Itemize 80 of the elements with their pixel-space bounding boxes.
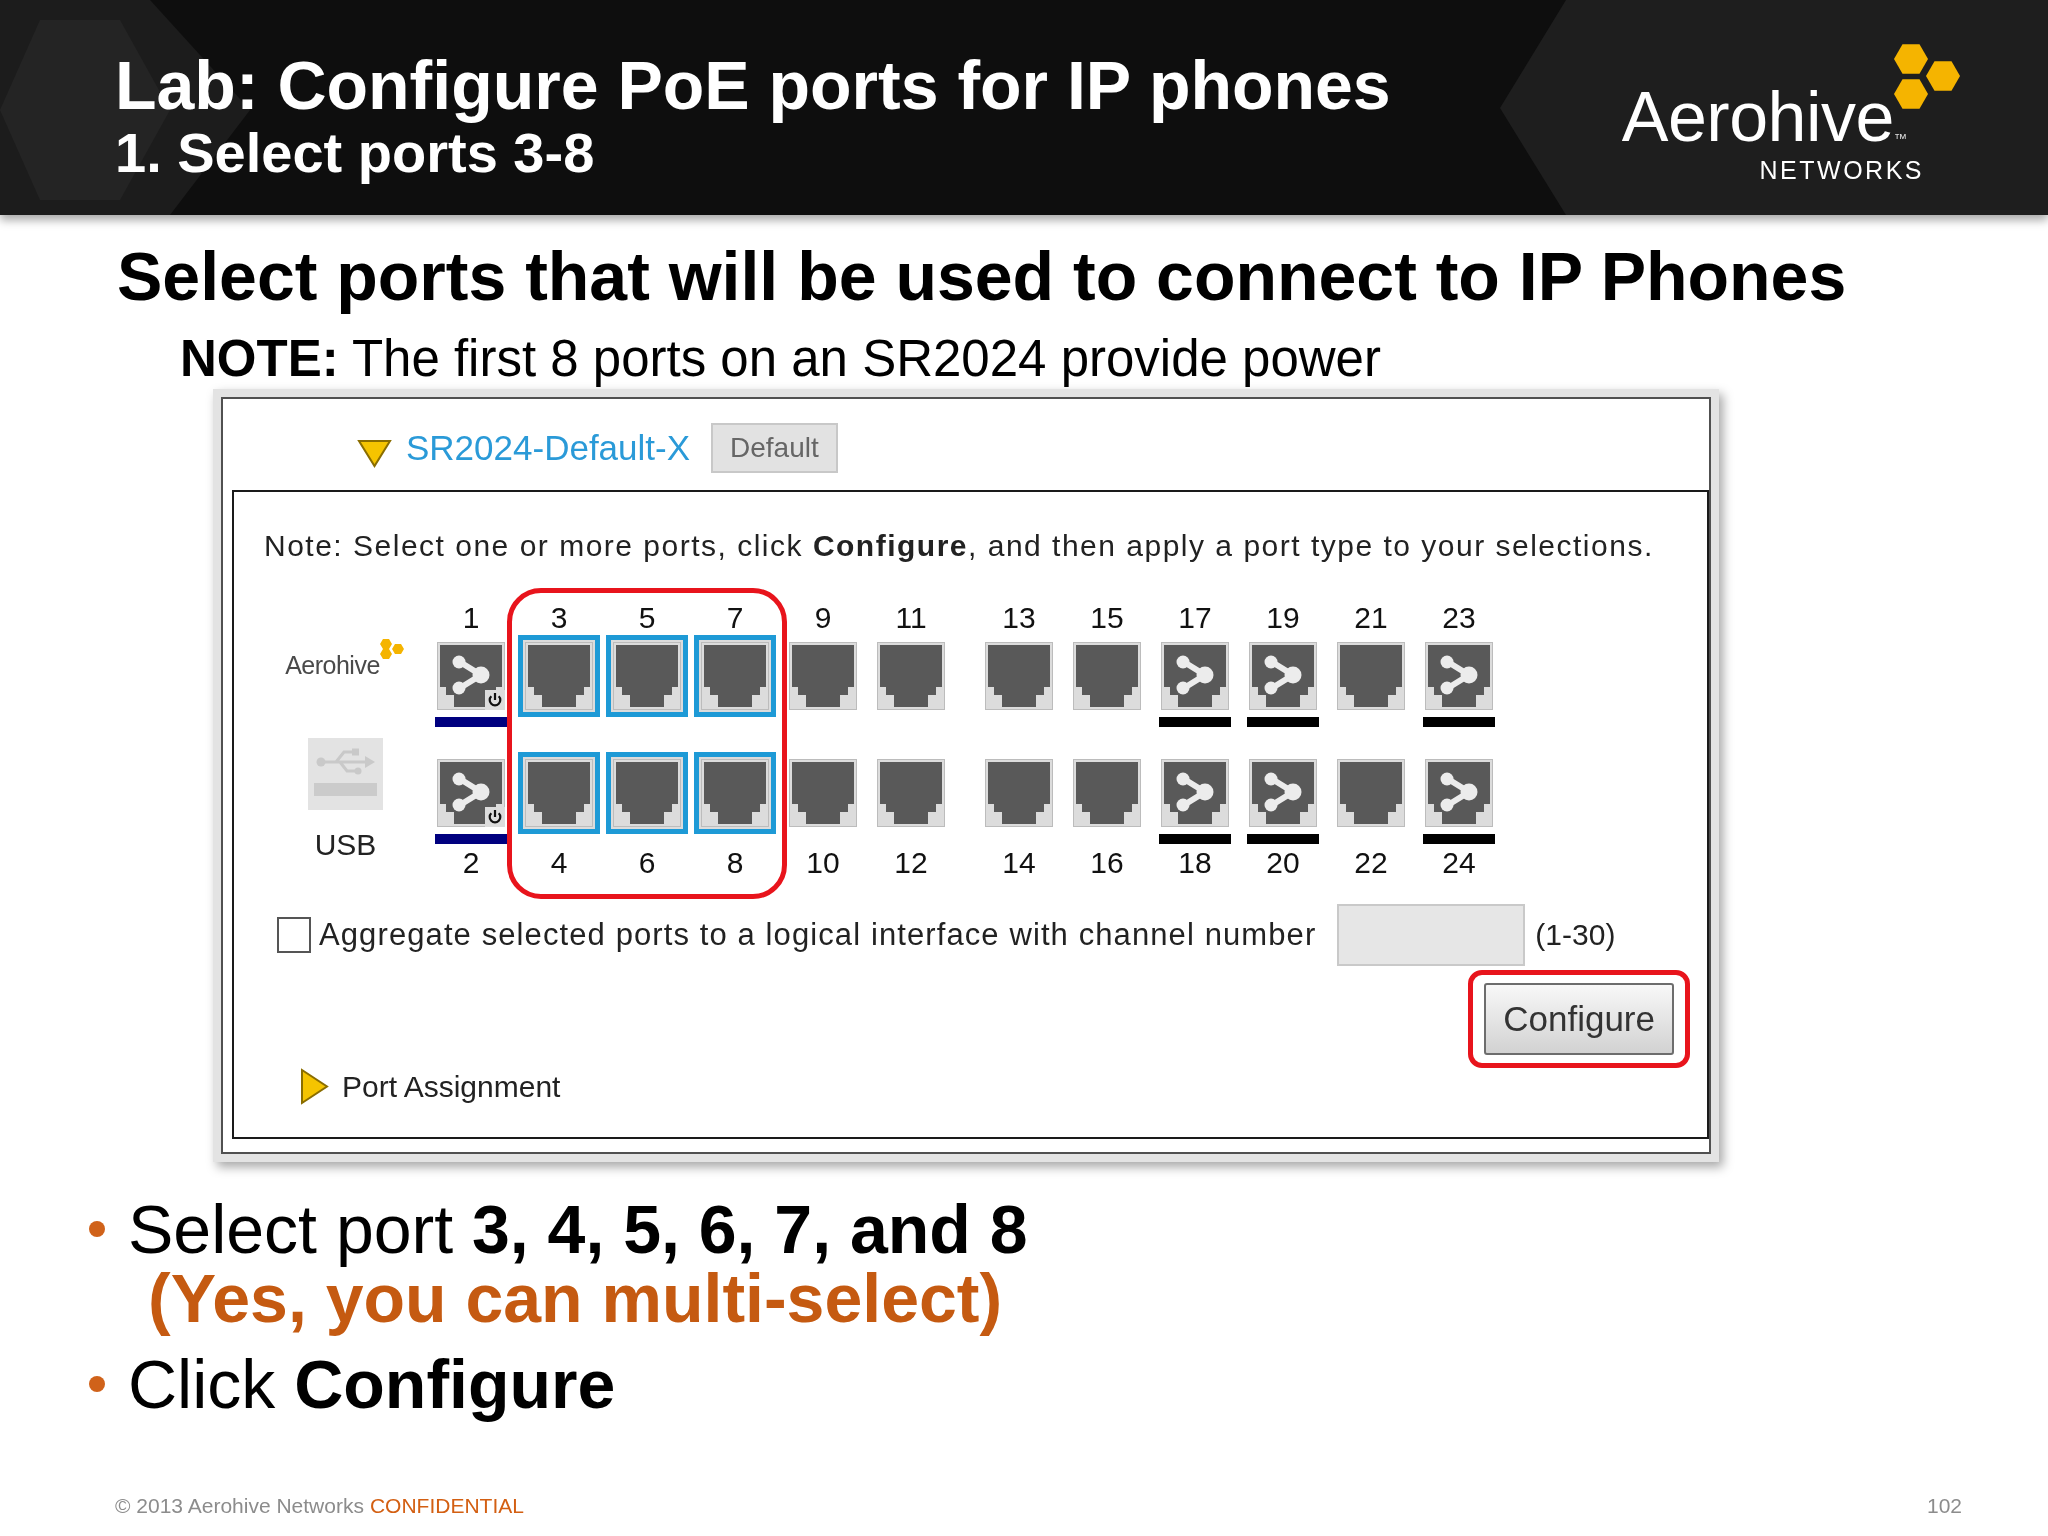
ethernet-port-icon	[789, 759, 857, 827]
channel-number-field[interactable]	[1337, 904, 1526, 966]
port-assignment-link[interactable]: Port Assignment	[342, 1068, 561, 1105]
configure-button[interactable]: Configure	[1484, 983, 1674, 1055]
port-toggle[interactable]	[694, 752, 776, 834]
port-toggle[interactable]	[694, 635, 776, 717]
port-number: 15	[1090, 600, 1124, 635]
ethernet-port-icon	[877, 759, 945, 827]
port-number: 23	[1442, 600, 1476, 635]
logo-tagline: NETWORKS	[1759, 156, 1924, 184]
ethernet-port-icon	[985, 759, 1053, 827]
confidential-label: CONFIDENTIAL	[369, 1494, 524, 1518]
port-number: 1	[462, 600, 480, 635]
port-number: 22	[1354, 845, 1388, 880]
ethernet-port-icon	[525, 759, 593, 827]
hexagon-logo-icon	[379, 638, 406, 660]
ethernet-port-icon	[1337, 759, 1405, 827]
port-number: 21	[1354, 600, 1388, 635]
ethernet-port-icon	[789, 642, 857, 710]
port-number: 4	[550, 845, 568, 880]
instruction-text: Note: Select one or more ports, click Configure, and then apply a port type to your selections.	[264, 528, 1655, 564]
usb-label: USB	[314, 828, 377, 862]
ethernet-port-icon	[1073, 759, 1141, 827]
port-number: 6	[638, 845, 656, 880]
port-number: 10	[806, 845, 840, 880]
ethernet-port-icon	[701, 642, 769, 710]
logo-wordmark: Aerohive	[1621, 82, 1894, 152]
port-number: 14	[1002, 845, 1036, 880]
ethernet-port-icon	[1337, 642, 1405, 710]
expand-triangle-icon[interactable]	[300, 1068, 329, 1105]
ethernet-port-icon	[1425, 642, 1493, 710]
ethernet-port-icon	[437, 759, 505, 827]
port-number: 16	[1090, 845, 1124, 880]
port-toggle[interactable]	[518, 635, 600, 717]
expand-triangle-icon[interactable]	[357, 437, 392, 468]
note-text: NOTE: The first 8 ports on an SR2024 provide power	[180, 330, 1382, 388]
port-number: 17	[1178, 600, 1212, 635]
ethernet-port-icon	[1161, 642, 1229, 710]
port-toggle[interactable]	[518, 752, 600, 834]
ethernet-port-icon	[613, 642, 681, 710]
aggregate-label: Aggregate selected ports to a logical interface with channel number	[319, 917, 1317, 953]
port-number: 7	[726, 600, 744, 635]
ethernet-port-icon	[1249, 759, 1317, 827]
port-number: 9	[814, 600, 832, 635]
ethernet-port-icon	[525, 642, 593, 710]
port-number: 18	[1178, 845, 1212, 880]
port-number: 12	[894, 845, 928, 880]
ethernet-port-icon	[437, 642, 505, 710]
port-number: 24	[1442, 845, 1476, 880]
usb-icon	[308, 738, 383, 810]
ethernet-port-icon	[1161, 759, 1229, 827]
hexagon-logo-icon	[1894, 42, 1962, 112]
template-badge: Default	[711, 422, 838, 473]
port-number: 5	[638, 600, 656, 635]
aggregate-checkbox[interactable]	[277, 917, 311, 953]
ethernet-port-icon	[985, 642, 1053, 710]
port-number: 13	[1002, 600, 1036, 635]
trademark-mark: ™	[1894, 132, 1907, 146]
slide-title: Lab: Configure PoE ports for IP phones	[115, 49, 1391, 121]
copyright-text: © 2013 Aerohive Networks	[115, 1494, 364, 1518]
ethernet-port-icon	[1249, 642, 1317, 710]
ethernet-port-icon	[613, 759, 681, 827]
slide-heading: Select ports that will be used to connect to IP Phones	[117, 237, 1848, 316]
port-number: 11	[895, 600, 927, 635]
range-hint: (1-30)	[1535, 917, 1616, 953]
switch-logo-text: Aerohive	[285, 651, 380, 679]
port-number: 19	[1266, 600, 1300, 635]
page-number: 102	[1926, 1494, 1962, 1518]
port-number: 8	[726, 845, 744, 880]
port-number: 3	[550, 600, 568, 635]
port-number: 20	[1266, 845, 1300, 880]
ethernet-port-icon	[1073, 642, 1141, 710]
ethernet-port-icon	[701, 759, 769, 827]
ethernet-port-icon	[877, 642, 945, 710]
port-toggle[interactable]	[606, 635, 688, 717]
port-number: 2	[462, 845, 480, 880]
bullet-icon	[89, 1376, 105, 1392]
port-toggle[interactable]	[606, 752, 688, 834]
ethernet-port-icon	[1425, 759, 1493, 827]
bullet-icon	[89, 1221, 105, 1237]
